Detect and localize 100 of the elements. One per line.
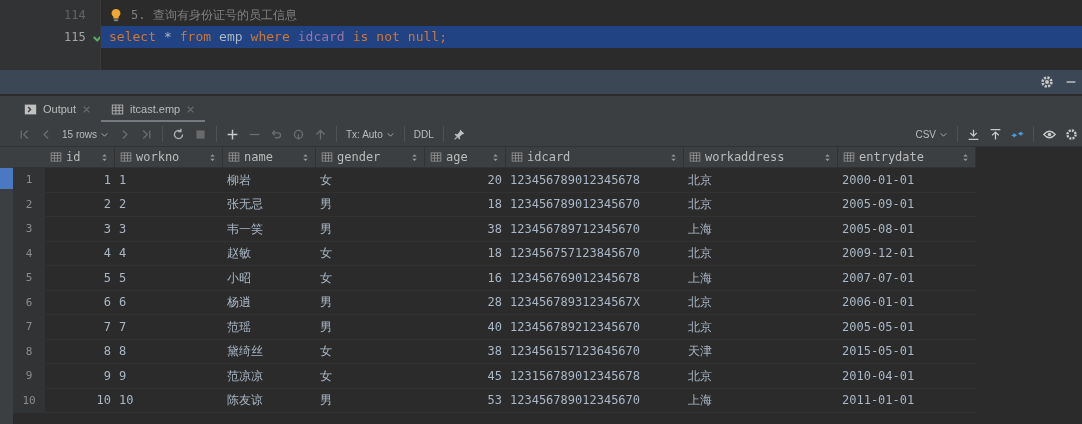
table-cell-text: 10	[118, 392, 135, 410]
download-icon[interactable]	[967, 127, 980, 141]
table-cell-text: 8	[118, 343, 128, 361]
table-cell-text: 7	[102, 318, 112, 336]
sort-icon[interactable]	[491, 152, 500, 162]
current-row-marker	[0, 168, 13, 189]
add-icon[interactable]	[226, 127, 239, 141]
sort-icon[interactable]	[669, 152, 678, 162]
table-cell-text: 2010-04-01	[841, 367, 916, 385]
table-cell-text: 123456789712345670	[509, 220, 642, 238]
column-header[interactable]: workno	[115, 147, 223, 167]
table-cell-text: 16	[486, 269, 503, 287]
settings-icon[interactable]	[1040, 75, 1054, 89]
column-header[interactable]: workaddress	[684, 147, 838, 167]
table-cell-text: 女	[319, 171, 333, 189]
table-cell-text: 123456789012345678	[509, 171, 642, 189]
column-header[interactable]: id	[45, 147, 115, 167]
stop-icon[interactable]	[194, 127, 207, 141]
table-cell-text: 18	[486, 245, 503, 263]
code-comment: 5. 查询有身份证号的员工信息	[131, 7, 297, 24]
table-cell-text: 柳岩	[226, 171, 252, 189]
table-cell-text: 2005-08-01	[841, 220, 916, 238]
column-icon	[843, 151, 855, 163]
table-cell-text: 2009-12-01	[841, 245, 916, 263]
settings-icon[interactable]	[1065, 127, 1078, 141]
table-cell-text: 北京	[687, 196, 713, 214]
table-cell-text: 小昭	[226, 269, 252, 287]
sort-icon[interactable]	[208, 152, 217, 162]
table-cell-text: 男	[319, 318, 333, 336]
code-token: null;	[407, 28, 447, 47]
table-cell-text: 20	[486, 171, 503, 189]
row-number: 9	[13, 364, 45, 388]
transaction-dropdown[interactable]: Tx: Auto	[346, 126, 395, 142]
table-cell-text: 45	[486, 367, 503, 385]
column-header[interactable]: name	[223, 147, 316, 167]
table-cell-text: 男	[319, 196, 333, 214]
table-cell-text: 4	[118, 245, 128, 263]
table-cell-text: 杨逍	[226, 294, 252, 312]
table-cell-text: 7	[118, 318, 128, 336]
table-cell-text: 38	[486, 343, 503, 361]
table-cell-text: 上海	[687, 392, 713, 410]
table-cell-text: 北京	[687, 367, 713, 385]
column-header[interactable]: gender	[316, 147, 425, 167]
row-number: 4	[13, 241, 45, 265]
table-cell-text: 123456789012345670	[509, 196, 642, 214]
sort-icon[interactable]	[823, 152, 832, 162]
refresh-icon[interactable]	[172, 127, 185, 141]
table-cell-text: 2011-01-01	[841, 392, 916, 410]
column-icon	[50, 151, 62, 163]
code-token: idcard	[297, 28, 345, 47]
code-token: not	[376, 28, 400, 47]
table-cell-text: 女	[319, 269, 333, 287]
code-token: where	[250, 28, 290, 47]
table-cell-text: 9	[102, 367, 112, 385]
rows-dropdown[interactable]: 15 rows	[62, 126, 109, 142]
code-token: emp	[219, 28, 243, 47]
table-cell-text: 上海	[687, 220, 713, 238]
sort-icon[interactable]	[961, 152, 970, 162]
table-cell-text: 9	[118, 367, 128, 385]
upload-icon[interactable]	[989, 127, 1002, 141]
table-cell-text: 5	[118, 269, 128, 287]
sort-icon[interactable]	[301, 152, 310, 162]
column-icon	[228, 151, 240, 163]
tab[interactable]: Output	[14, 98, 102, 122]
row-number: 3	[13, 217, 45, 241]
table-cell-text: 123456769012345678	[509, 269, 642, 287]
table-cell-text: 北京	[687, 318, 713, 336]
table-cell-text: 5	[102, 269, 112, 287]
column-header[interactable]: entrydate	[838, 147, 976, 167]
table-cell-text: 2007-07-01	[841, 269, 916, 287]
line-number: 115	[64, 29, 86, 46]
sort-icon[interactable]	[100, 152, 109, 162]
format-dropdown[interactable]: CSV	[915, 126, 948, 142]
table-cell-text: 黛绮丝	[226, 343, 264, 361]
column-icon	[430, 151, 442, 163]
table-cell-text: 6	[118, 294, 128, 312]
ddl-button[interactable]: DDL	[413, 126, 434, 142]
table-cell-text: 4	[102, 245, 112, 263]
table-cell-text: 女	[319, 245, 333, 263]
table-cell-text: 2005-05-01	[841, 318, 916, 336]
close-icon[interactable]	[82, 104, 92, 114]
lightbulb-icon[interactable]	[109, 8, 123, 22]
close-icon[interactable]	[186, 104, 196, 114]
table-cell-text: 123456757123845670	[509, 245, 642, 263]
table-cell-text: 北京	[687, 294, 713, 312]
table-cell-text: 张无忌	[226, 196, 264, 214]
table-cell-text: 范瑶	[226, 318, 252, 336]
sort-icon[interactable]	[410, 152, 419, 162]
table-cell-text: 陈友谅	[226, 392, 264, 410]
table-cell-text: 123456157123645670	[509, 343, 642, 361]
table-cell-text: 1	[102, 171, 112, 189]
table-icon	[111, 102, 125, 116]
column-icon	[120, 151, 132, 163]
table-cell-text: 北京	[687, 245, 713, 263]
column-header[interactable]: idcard	[506, 147, 684, 167]
table-cell-text: 天津	[687, 343, 713, 361]
row-number: 1	[13, 168, 45, 192]
pin-icon[interactable]	[452, 127, 466, 141]
column-header[interactable]: age	[425, 147, 506, 167]
table-cell-text: 韦一笑	[226, 220, 264, 238]
